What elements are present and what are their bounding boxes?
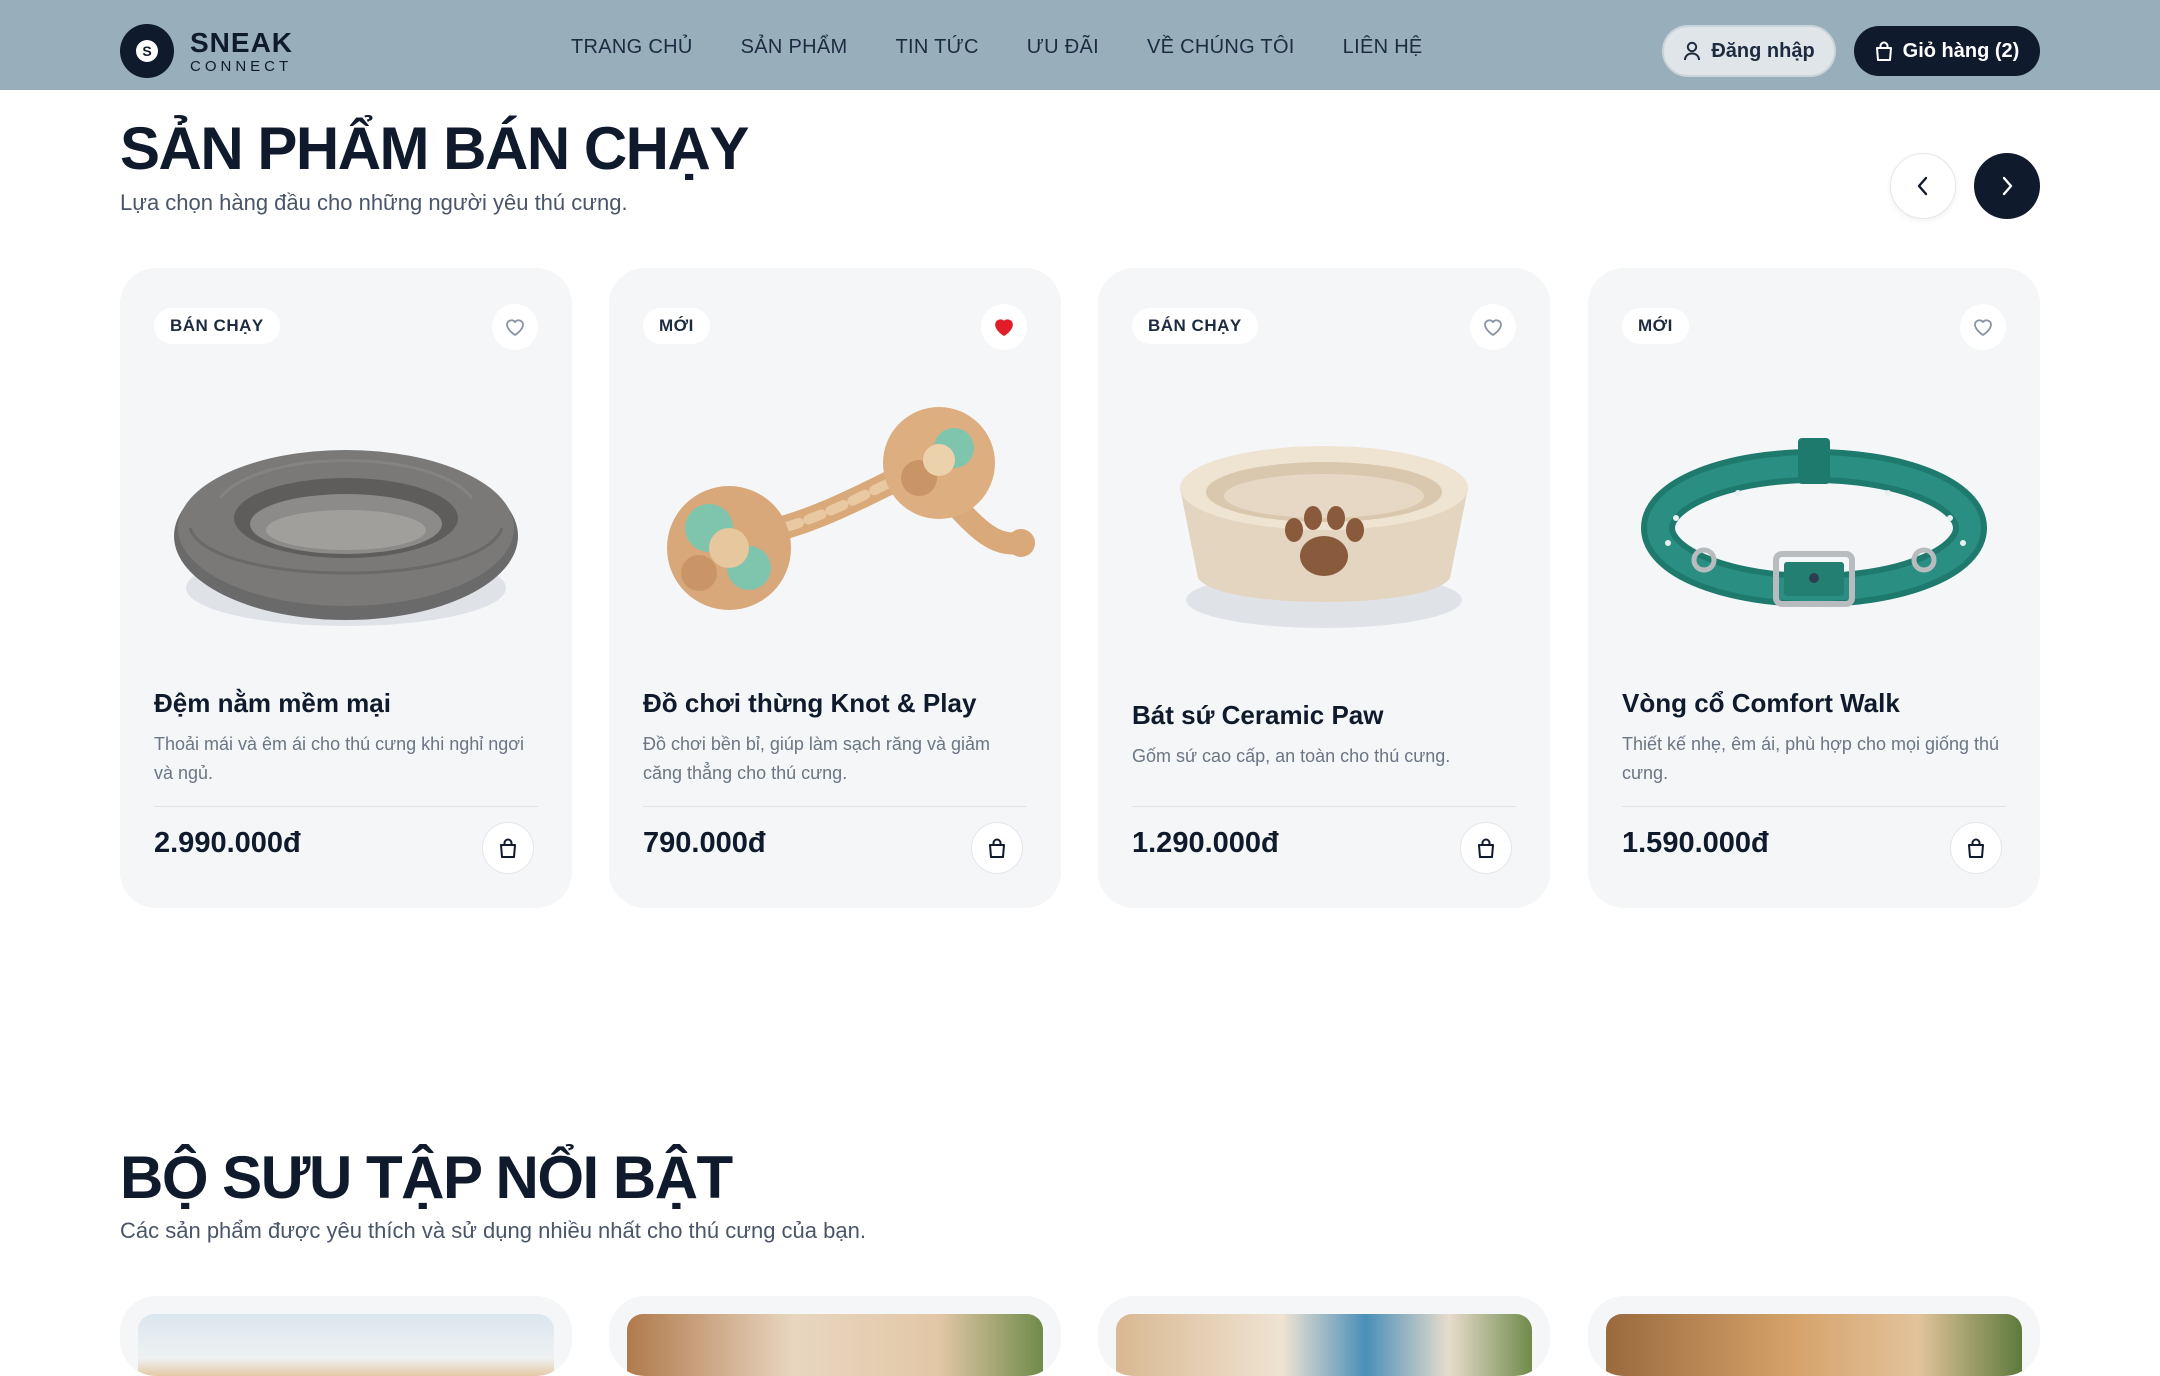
add-to-cart-button[interactable] bbox=[1950, 822, 2002, 874]
product-badge: MỚI bbox=[643, 308, 710, 344]
favorite-button[interactable] bbox=[492, 304, 538, 350]
product-price: 790.000đ bbox=[643, 827, 766, 859]
product-price: 1.590.000đ bbox=[1622, 827, 1769, 859]
login-button[interactable]: Đăng nhập bbox=[1662, 25, 1836, 77]
product-name[interactable]: Bát sứ Ceramic Paw bbox=[1132, 700, 1384, 731]
shopping-bag-icon bbox=[1875, 41, 1892, 61]
chevron-left-icon bbox=[1917, 176, 1928, 196]
brand-sub: CONNECT bbox=[190, 57, 293, 75]
collection-image bbox=[138, 1314, 554, 1376]
product-card[interactable]: BÁN CHẠY Đệm nằm mềm mại Thoải mái và êm… bbox=[120, 268, 572, 908]
ceramic-bowl-image bbox=[1180, 446, 1468, 628]
product-card[interactable]: MỚI Vòng cổ Comfort Walk Thiết kế nhẹ, ê… bbox=[1588, 268, 2040, 908]
favorite-button[interactable] bbox=[1470, 304, 1516, 350]
collection-title: BỘ SƯU TẬP NỔI BẬT bbox=[120, 1144, 733, 1211]
shopping-bag-icon bbox=[500, 838, 516, 858]
product-badge: MỚI bbox=[1622, 308, 1689, 344]
carousel-next-button[interactable] bbox=[1974, 153, 2040, 219]
product-name[interactable]: Đệm nằm mềm mại bbox=[154, 688, 391, 719]
collection-image bbox=[1116, 1314, 1532, 1376]
top-navbar: S SNEAK CONNECT TRANG CHỦ SẢN PHẨM TIN T… bbox=[0, 0, 2160, 90]
heart-outline-icon bbox=[1974, 319, 1992, 336]
product-description: Thoải mái và êm ái cho thú cưng khi nghỉ… bbox=[154, 734, 525, 783]
shopping-bag-icon bbox=[989, 838, 1005, 858]
product-badge: BÁN CHẠY bbox=[154, 308, 280, 344]
user-icon bbox=[1684, 41, 1701, 61]
product-badge: BÁN CHẠY bbox=[1132, 308, 1258, 344]
shopping-bag-icon bbox=[1478, 838, 1494, 858]
chevron-right-icon bbox=[2002, 176, 2013, 196]
brand-mark-icon: S bbox=[120, 24, 174, 78]
brand-name: SNEAK bbox=[190, 26, 294, 58]
favorite-button[interactable] bbox=[981, 304, 1027, 350]
product-card[interactable]: BÁN CHẠY Bát sứ Ceramic Paw Gốm sứ cao c… bbox=[1098, 268, 1550, 908]
nav-link-deals[interactable]: ƯU ĐÃI bbox=[1027, 36, 1099, 59]
product-description: Gốm sứ cao cấp, an toàn cho thú cưng. bbox=[1132, 746, 1451, 766]
add-to-cart-button[interactable] bbox=[482, 822, 534, 874]
collection-subtitle: Các sản phẩm được yêu thích và sử dụng n… bbox=[120, 1218, 866, 1243]
add-to-cart-button[interactable] bbox=[971, 822, 1023, 874]
product-description: Đồ chơi bền bỉ, giúp làm sạch răng và gi… bbox=[643, 734, 990, 783]
favorite-button[interactable] bbox=[1960, 304, 2006, 350]
card-divider bbox=[1622, 806, 2006, 807]
collection-card[interactable] bbox=[1588, 1296, 2040, 1376]
heart-outline-icon bbox=[1484, 319, 1502, 336]
card-divider bbox=[643, 806, 1027, 807]
product-name[interactable]: Đồ chơi thừng Knot & Play bbox=[643, 688, 976, 719]
main-menu: TRANG CHỦ SẢN PHẨM TIN TỨC ƯU ĐÃI VỀ CHÚ… bbox=[571, 36, 1471, 59]
heart-filled-icon bbox=[995, 319, 1013, 336]
cart-label: Giỏ hàng (2) bbox=[1902, 39, 2020, 62]
collar-image bbox=[1641, 438, 1987, 607]
nav-link-about[interactable]: VỀ CHÚNG TÔI bbox=[1147, 36, 1295, 59]
collection-image bbox=[627, 1314, 1043, 1376]
shopping-bag-icon bbox=[1968, 838, 1984, 858]
bestsellers-subtitle: Lựa chọn hàng đầu cho những người yêu th… bbox=[120, 190, 628, 215]
brand-mark-letter: S bbox=[136, 40, 158, 62]
product-price: 1.290.000đ bbox=[1132, 827, 1279, 859]
product-name[interactable]: Vòng cổ Comfort Walk bbox=[1622, 688, 1900, 719]
card-divider bbox=[1132, 806, 1516, 807]
nav-link-news[interactable]: TIN TỨC bbox=[895, 36, 978, 59]
add-to-cart-button[interactable] bbox=[1460, 822, 1512, 874]
collection-card[interactable] bbox=[120, 1296, 572, 1376]
product-description: Thiết kế nhẹ, êm ái, phù hợp cho mọi giố… bbox=[1622, 734, 2000, 783]
product-card[interactable]: MỚI Đồ chơi thừng Knot & Play Đồ chơi bề… bbox=[609, 268, 1061, 908]
brand-logo[interactable]: S SNEAK CONNECT bbox=[120, 24, 293, 78]
carousel-prev-button[interactable] bbox=[1890, 153, 1956, 219]
donut-bed-image bbox=[174, 450, 518, 626]
collection-card[interactable] bbox=[609, 1296, 1061, 1376]
bestsellers-title: SẢN PHẨM BÁN CHẠY bbox=[120, 115, 749, 182]
nav-link-contact[interactable]: LIÊN HỆ bbox=[1343, 36, 1423, 59]
login-label: Đăng nhập bbox=[1711, 39, 1815, 62]
rope-toy-image bbox=[667, 407, 1035, 610]
collection-image bbox=[1606, 1314, 2022, 1376]
card-divider bbox=[154, 806, 538, 807]
nav-link-home[interactable]: TRANG CHỦ bbox=[571, 36, 693, 59]
product-price: 2.990.000đ bbox=[154, 827, 301, 859]
heart-outline-icon bbox=[506, 319, 524, 336]
cart-button[interactable]: Giỏ hàng (2) bbox=[1854, 26, 2040, 76]
nav-link-products[interactable]: SẢN PHẨM bbox=[741, 36, 848, 59]
collection-card[interactable] bbox=[1098, 1296, 1550, 1376]
